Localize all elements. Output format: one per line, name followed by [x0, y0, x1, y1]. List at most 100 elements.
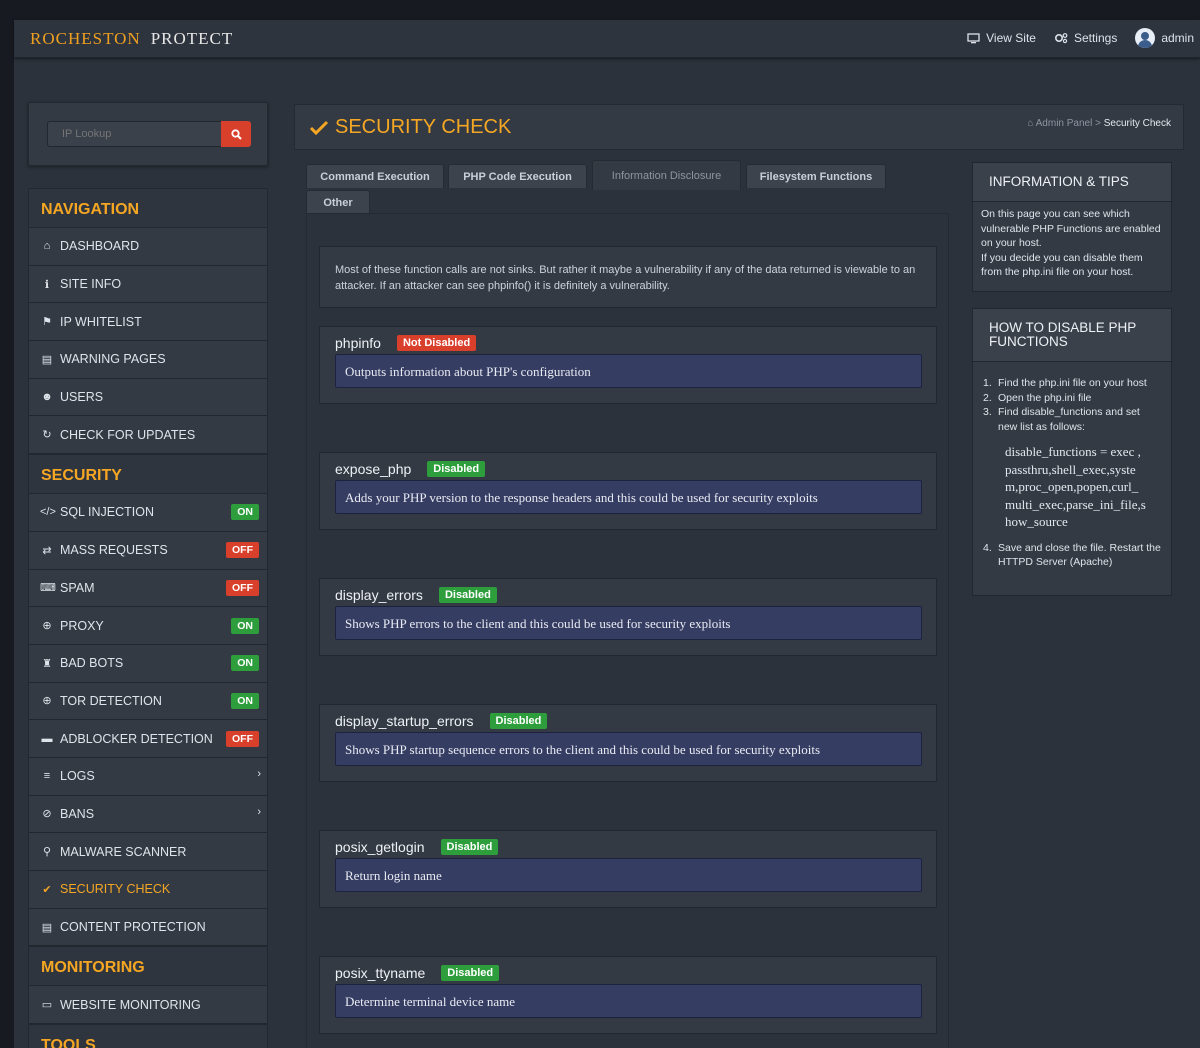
ip-lookup-button[interactable] — [221, 121, 251, 147]
nav-label: MASS REQUESTS — [60, 543, 168, 558]
sidebar-item-tor-detection[interactable]: ⊕ TOR DETECTION ON — [28, 682, 268, 721]
monitoring-heading: MONITORING — [28, 946, 268, 987]
function-card: posix_ttyname Disabled Determine terminal… — [319, 956, 937, 1034]
nav-label: SQL INJECTION — [60, 505, 154, 520]
window-icon: ▬ — [41, 732, 53, 745]
list-item: 3. Find disable_functions and set new lis… — [983, 405, 1161, 434]
status-badge[interactable]: OFF — [226, 579, 259, 596]
status-badge: Disabled — [489, 713, 548, 729]
settings-link[interactable]: Settings — [1054, 31, 1117, 45]
sidebar-item-sql-injection[interactable]: </> SQL INJECTION ON — [28, 494, 268, 532]
nav-label: SITE INFO — [60, 277, 122, 292]
settings-label: Settings — [1073, 31, 1118, 45]
chevron-right-icon: › — [257, 767, 261, 780]
file-icon: ▤ — [41, 921, 53, 934]
sidebar-item-warning-pages[interactable]: ▤ WARNING PAGES — [28, 341, 268, 379]
page-header: SECURITY CHECK ⌂ Admin Panel > Security … — [294, 104, 1184, 150]
sidebar-item-ip-whitelist[interactable]: ⚑ IP WHITELIST — [28, 303, 268, 342]
sidebar-item-proxy[interactable]: ⊕ PROXY ON — [28, 607, 268, 645]
retweet-icon: ⇄ — [42, 544, 52, 557]
user-secret-icon: ♜ — [42, 657, 52, 670]
nav-label: WARNING PAGES — [60, 352, 166, 367]
sidebar-item-adblocker-detection[interactable]: ▬ ADBLOCKER DETECTION OFF — [28, 720, 268, 758]
avatar — [1135, 28, 1156, 48]
code-snippet: disable_functions = exec ,passthru,shell… — [1005, 444, 1146, 529]
breadcrumb: ⌂ Admin Panel > Security Check — [1027, 118, 1171, 129]
status-badge[interactable]: ON — [231, 504, 259, 521]
step-text: Find disable_functions and set new list … — [998, 406, 1140, 433]
sidebar-item-spam[interactable]: ⌨ SPAM OFF — [28, 569, 268, 608]
check-icon — [309, 120, 329, 135]
function-description: Outputs information about PHP's configur… — [335, 354, 922, 388]
search-icon — [230, 128, 242, 140]
steps-list: 4. Save and close the file. Restart the H… — [973, 541, 1171, 570]
function-description: Shows PHP errors to the client and this … — [335, 606, 922, 640]
status-badge[interactable]: ON — [231, 692, 259, 709]
logo[interactable]: ROCHESTON PROTECT — [30, 29, 233, 49]
function-card: display_errors Disabled Shows PHP errors … — [319, 578, 937, 656]
home-icon: ⌂ — [1027, 118, 1034, 129]
status-badge[interactable]: ON — [231, 617, 259, 634]
status-badge: Not Disabled — [396, 335, 477, 351]
status-badge[interactable]: OFF — [226, 542, 259, 559]
list-item: 1. Find the php.ini file on your host — [983, 377, 1147, 389]
sidebar-item-bad-bots[interactable]: ♜ BAD BOTS ON — [28, 644, 268, 683]
sidebar-item-security-check[interactable]: ✔ SECURITY CHECK — [28, 871, 268, 909]
tab-command-execution[interactable]: Command Execution — [306, 164, 444, 188]
view-site-link[interactable]: View Site — [967, 31, 1036, 45]
monitor-icon — [967, 32, 980, 43]
sidebar-item-site-info[interactable]: ℹ SITE INFO — [28, 265, 268, 304]
tab-other[interactable]: Other — [306, 190, 370, 214]
function-description: Determine terminal device name — [335, 984, 922, 1018]
sidebar-item-content-protection[interactable]: ▤ CONTENT PROTECTION — [28, 908, 268, 947]
view-site-label: View Site — [986, 31, 1036, 45]
sidebar-item-mass-requests[interactable]: ⇄ MASS REQUESTS OFF — [28, 531, 268, 570]
sidebar-item-dashboard[interactable]: ⌂ DASHBOARD — [28, 228, 268, 266]
sidebar: NAVIGATION ⌂ DASHBOARD ℹ SITE INFO ⚑ IP WHI… — [28, 188, 268, 1048]
sidebar-item-website-monitoring[interactable]: ▭ WEBSITE MONITORING — [28, 986, 268, 1025]
tab-content: Most of these function calls are not sin… — [306, 213, 949, 1048]
function-name: phpinfo — [335, 335, 381, 351]
sidebar-item-check-for-updates[interactable]: ↻ CHECK FOR UPDATES — [28, 416, 268, 455]
nav-label: CHECK FOR UPDATES — [60, 427, 196, 442]
ip-lookup-input[interactable] — [47, 121, 222, 147]
function-name: display_errors — [335, 587, 423, 603]
nav-label: MALWARE SCANNER — [60, 844, 187, 859]
status-badge[interactable]: ON — [231, 655, 259, 672]
nav-label: PROXY — [60, 618, 104, 633]
nav-label: TOR DETECTION — [60, 693, 162, 708]
nav-label: BANS — [60, 806, 95, 821]
status-badge: Disabled — [441, 965, 500, 981]
nav-label: CONTENT PROTECTION — [60, 920, 206, 935]
gear-icon — [1054, 33, 1068, 44]
status-badge: Disabled — [440, 839, 499, 855]
sidebar-item-logs[interactable]: ≡ LOGS › — [28, 757, 268, 796]
function-card: display_startup_errors Disabled Shows PHP… — [319, 704, 937, 782]
function-name: posix_getlogin — [335, 839, 425, 855]
function-name: expose_php — [335, 461, 412, 477]
file-icon: ▤ — [41, 353, 53, 366]
sidebar-item-malware-scanner[interactable]: ⚲ MALWARE SCANNER — [28, 833, 268, 871]
breadcrumb-separator: > — [1095, 118, 1101, 129]
status-badge: Disabled — [438, 587, 497, 603]
security-heading: SECURITY — [28, 454, 268, 495]
sidebar-item-bans[interactable]: ⊘ BANS › — [28, 795, 268, 834]
breadcrumb-root[interactable]: Admin Panel — [1036, 118, 1093, 129]
breadcrumb-current: Security Check — [1103, 118, 1171, 129]
check-icon: ✔ — [42, 883, 52, 896]
user-menu[interactable]: admin — [1135, 28, 1194, 48]
nav-label: LOGS — [60, 769, 95, 784]
status-badge: Disabled — [427, 461, 486, 477]
tab-filesystem-functions[interactable]: Filesystem Functions — [746, 164, 886, 188]
sidebar-item-users[interactable]: ☻ USERS — [28, 378, 268, 417]
home-icon: ⌂ — [43, 240, 51, 253]
code-icon: </> — [40, 506, 56, 519]
status-badge[interactable]: OFF — [226, 730, 259, 747]
function-card: expose_php Disabled Adds your PHP version… — [319, 452, 937, 530]
nav-label: DASHBOARD — [60, 239, 140, 254]
tab-information-disclosure[interactable]: Information Disclosure — [592, 160, 741, 190]
top-bar: ROCHESTON PROTECT View Site Settings admi… — [14, 20, 1200, 58]
list-icon: ≡ — [43, 770, 51, 783]
tab-php-code-execution[interactable]: PHP Code Execution — [448, 164, 587, 188]
refresh-icon: ↻ — [42, 429, 52, 442]
